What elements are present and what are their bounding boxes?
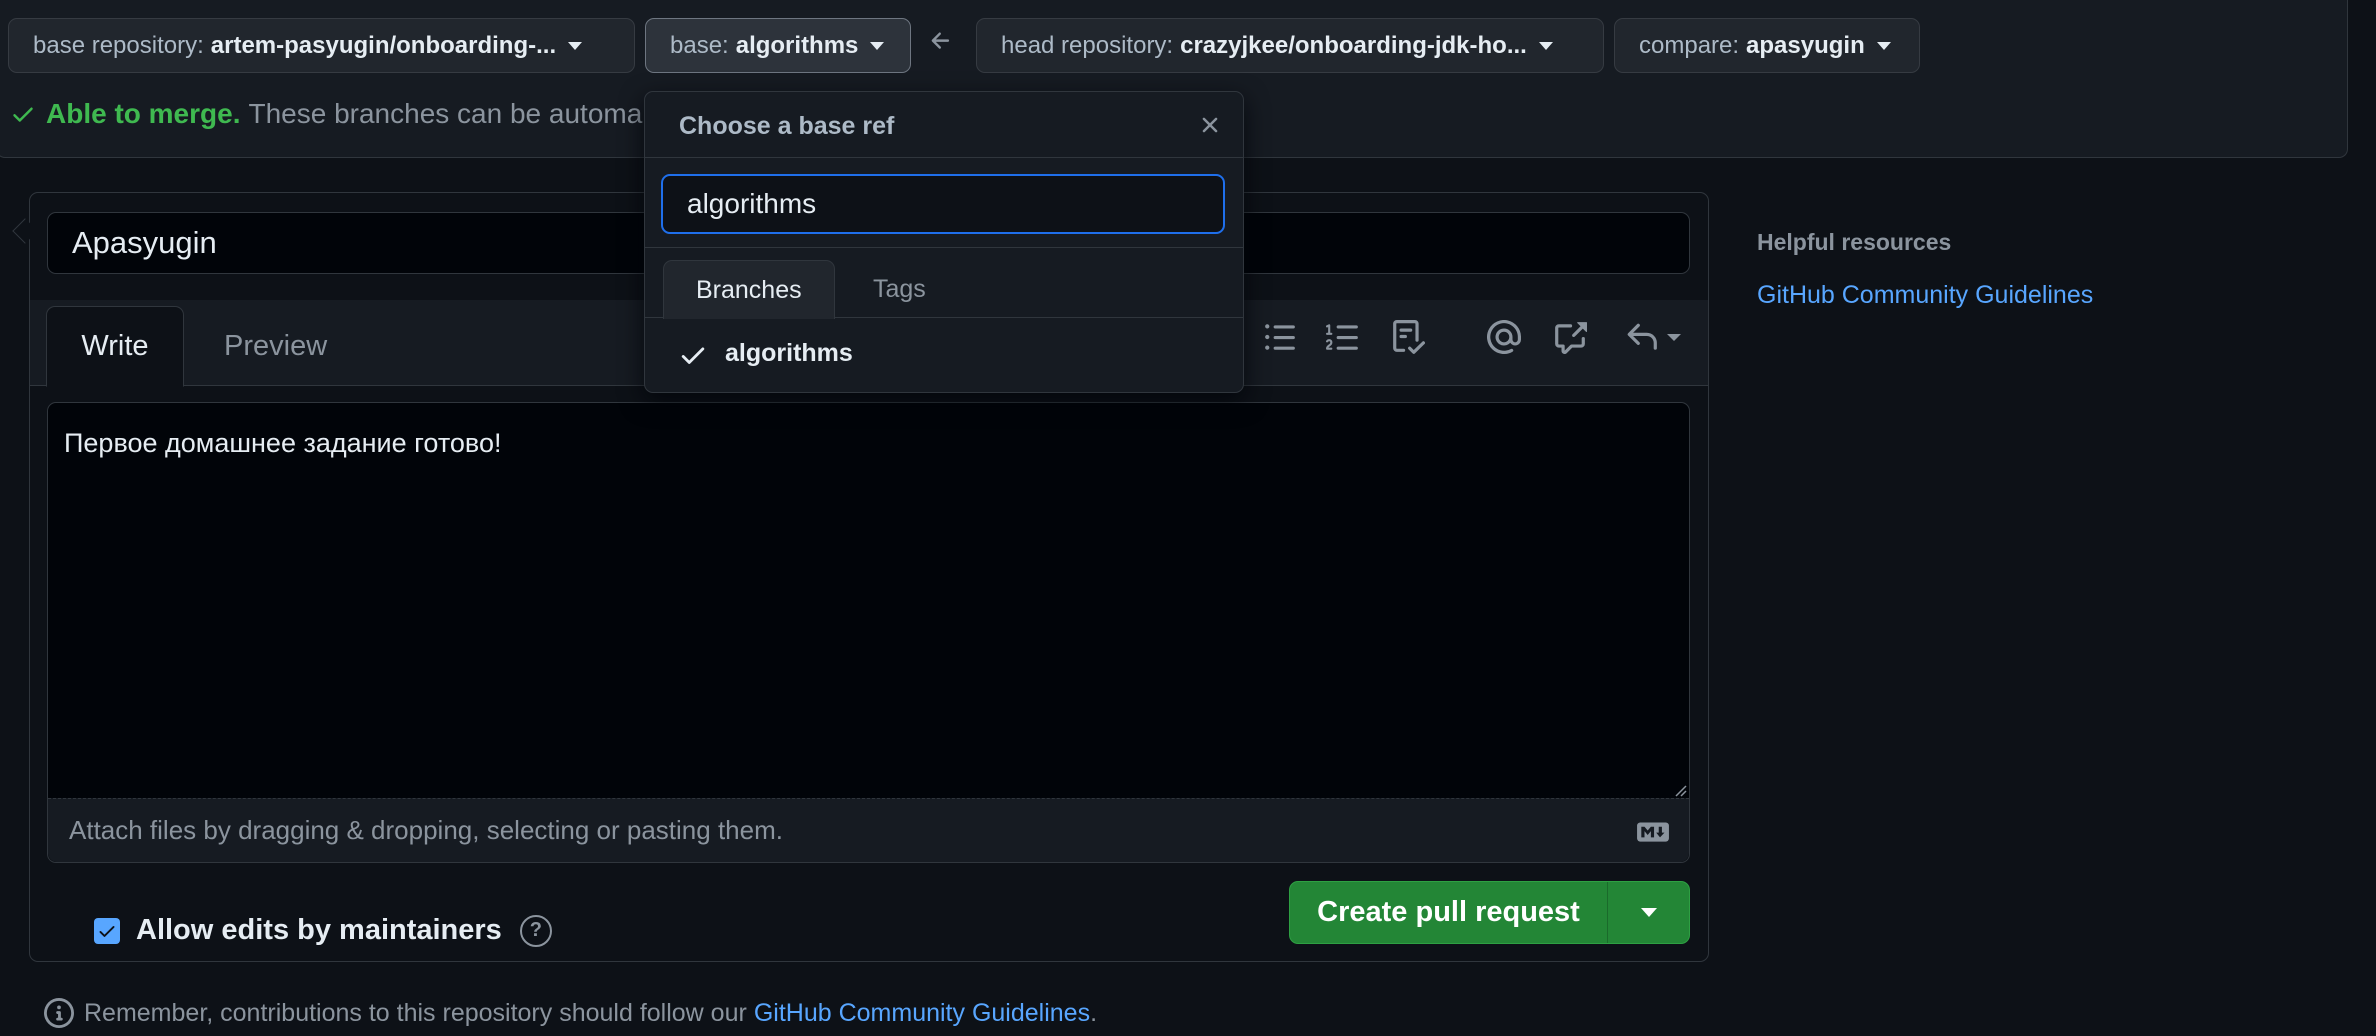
allow-edits-label: Allow edits by maintainers (136, 914, 502, 946)
chevron-down-icon (1640, 908, 1657, 917)
base-repository-label: base repository: (33, 31, 204, 59)
compare-branch-label: compare: (1639, 31, 1740, 59)
tab-preview[interactable]: Preview (192, 306, 359, 387)
helpful-resources-heading: Helpful resources (1757, 229, 1952, 255)
chevron-down-icon (870, 41, 885, 50)
chevron-down-icon[interactable] (1666, 333, 1682, 343)
sidebar-community-guidelines-link[interactable]: GitHub Community Guidelines (1757, 281, 2093, 310)
reply-icon[interactable] (1625, 320, 1659, 354)
branch-list-item-label: algorithms (725, 339, 853, 367)
chevron-down-icon (1876, 41, 1891, 50)
contribution-notice: Remember, contributions to this reposito… (44, 998, 1097, 1028)
resize-handle-icon[interactable] (1673, 783, 1687, 797)
ordered-list-icon[interactable] (1326, 320, 1360, 354)
compare-branch-value: apasyugin (1746, 31, 1865, 59)
head-repository-label: head repository: (1001, 31, 1174, 59)
compare-branch-select[interactable]: compare: apasyugin (1614, 18, 1920, 73)
unordered-list-icon[interactable] (1263, 320, 1297, 354)
create-pull-request-button[interactable]: Create pull request (1290, 882, 1608, 943)
dropdown-tabs: Branches Tags (645, 248, 1243, 319)
body-textarea[interactable] (47, 402, 1690, 863)
create-pull-request-group: Create pull request (1289, 881, 1690, 944)
head-repository-select[interactable]: head repository: crazyjkee/onboarding-jd… (976, 18, 1604, 73)
allow-edits-checkbox[interactable] (94, 917, 120, 944)
attach-files-hint: Attach files by dragging & dropping, sel… (69, 815, 783, 845)
cross-reference-icon[interactable] (1553, 320, 1587, 354)
base-repository-value: artem-pasyugin/onboarding-... (210, 31, 557, 59)
base-repository-select[interactable]: base repository: artem-pasyugin/onboardi… (8, 18, 635, 73)
close-icon[interactable] (1197, 112, 1223, 138)
tab-branches[interactable]: Branches (663, 260, 835, 319)
chevron-down-icon (1538, 41, 1553, 50)
branch-filter-value: algorithms (687, 188, 817, 219)
contribution-notice-text: Remember, contributions to this reposito… (84, 998, 747, 1027)
check-icon (681, 347, 705, 364)
branch-filter-input[interactable]: algorithms (661, 174, 1225, 234)
dropdown-filter: algorithms (645, 158, 1243, 248)
allow-edits-row[interactable]: Allow edits by maintainers ? (94, 914, 552, 947)
create-pull-request-label: Create pull request (1317, 896, 1580, 928)
base-branch-label: base: (670, 31, 729, 59)
head-repository-value: crazyjkee/onboarding-jdk-ho... (1180, 31, 1527, 59)
mention-icon[interactable] (1487, 320, 1521, 354)
tab-write[interactable]: Write (46, 306, 184, 387)
tasklist-icon[interactable] (1391, 320, 1425, 354)
arrow-left-icon (931, 32, 950, 49)
body-textarea-value: Первое домашнее задание готово! (64, 428, 502, 458)
tab-tags[interactable]: Tags (841, 260, 958, 319)
question-icon[interactable]: ? (519, 914, 552, 947)
dropdown-header: Choose a base ref (645, 92, 1243, 158)
dropdown-title: Choose a base ref (679, 112, 895, 140)
title-input-value: Apasyugin (72, 225, 217, 260)
chevron-down-icon (568, 41, 583, 50)
base-branch-select[interactable]: base: algorithms (645, 18, 911, 73)
base-branch-value: algorithms (735, 31, 859, 59)
check-icon (13, 107, 33, 122)
check-icon (99, 925, 115, 937)
info-icon (44, 998, 74, 1028)
base-ref-dropdown: Choose a base ref algorithms Branches Ta… (644, 91, 1244, 393)
create-options-dropdown[interactable] (1608, 882, 1689, 943)
attach-files-bar[interactable]: Attach files by dragging & dropping, sel… (48, 798, 1689, 862)
question-glyph: ? (529, 919, 542, 941)
merge-status: Able to merge. These branches can be aut… (10, 98, 642, 130)
branch-list-item[interactable]: algorithms (645, 318, 1243, 392)
notice-period: . (1090, 998, 1098, 1027)
community-guidelines-link[interactable]: GitHub Community Guidelines (754, 999, 1090, 1028)
merge-status-strong: Able to merge. (46, 98, 241, 129)
merge-status-text: These branches can be automa (248, 98, 643, 129)
markdown-icon[interactable] (1636, 821, 1670, 843)
